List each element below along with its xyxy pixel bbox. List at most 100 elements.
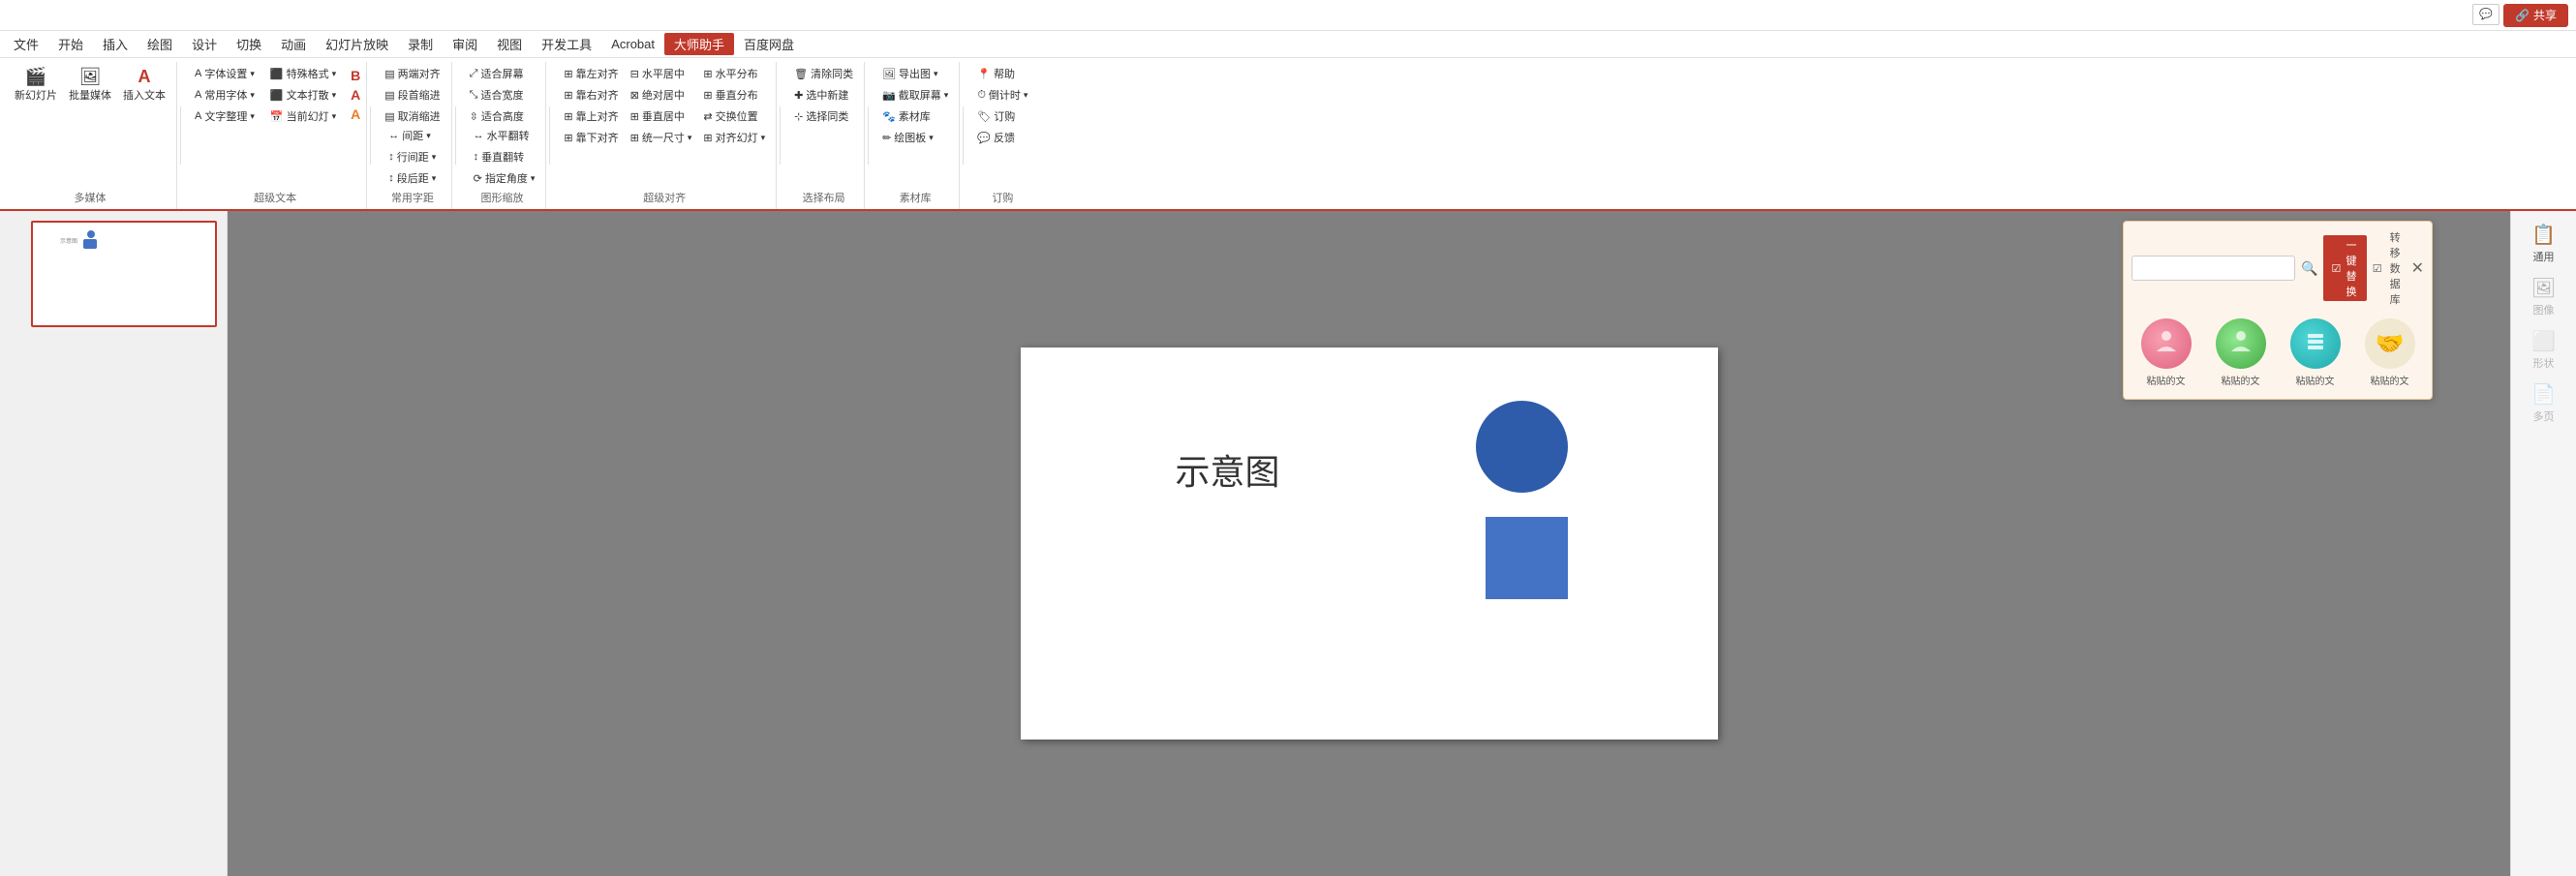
menu-animation[interactable]: 动画 <box>271 33 316 55</box>
ribbon-btn-current-slide[interactable]: 📅 当前幻灯▾ <box>265 106 341 126</box>
menu-file[interactable]: 文件 <box>4 33 48 55</box>
paste-item-2[interactable]: 粘贴的文 <box>2206 315 2275 391</box>
paste-item-4[interactable]: 🤝 粘贴的文 <box>2355 315 2424 391</box>
ribbon-btn-common-font[interactable]: A 常用字体▾ <box>190 85 260 105</box>
ribbon-btn-fit-screen[interactable]: ⤢ 适合屏幕 <box>465 64 529 83</box>
ribbon-btn-text-scatter[interactable]: ⬛ 文本打散▾ <box>265 85 341 105</box>
ribbon-btn-h-distribute[interactable]: ⊞水平分布 <box>698 64 770 83</box>
ribbon-btn-asset-lib[interactable]: 🐾素材库 <box>877 106 953 126</box>
ribbon-btn-align-top[interactable]: ⊞靠上对齐 <box>559 106 623 126</box>
menu-dazhiassist[interactable]: 大师助手 <box>664 33 734 55</box>
sidebar-item-image[interactable]: 🖼 图像 <box>2515 272 2573 321</box>
ribbon-btn-unindent[interactable]: ▤ 取消缩进 <box>380 106 445 126</box>
orange-a-btn[interactable]: A <box>351 106 360 122</box>
ribbon-group-label-spacing: 常用字距 <box>380 188 445 207</box>
menu-draw[interactable]: 绘图 <box>138 33 182 55</box>
ribbon-btn-align-vcenter[interactable]: ⊞垂直居中 <box>626 106 697 126</box>
menu-review[interactable]: 审阅 <box>443 33 487 55</box>
right-sidebar: 📋 通用 🖼 图像 ⬜ 形状 📄 多页 <box>2510 211 2576 876</box>
menu-bar: 文件 开始 插入 绘图 设计 切换 动画 幻灯片放映 录制 审阅 视图 开发工具… <box>0 31 2576 58</box>
ribbon-btn-screenshot[interactable]: 📷截取屏幕▾ <box>877 85 953 105</box>
menu-baidu[interactable]: 百度网盘 <box>734 33 804 55</box>
fp-transfer-btn[interactable]: ☑ 转移数据库 <box>2373 229 2406 307</box>
sidebar-label-multipage: 多页 <box>2533 408 2555 424</box>
slide-thumbnail[interactable]: 示意图 <box>31 221 217 327</box>
ribbon-btn-draw-board[interactable]: ✏绘图板▾ <box>877 128 953 147</box>
ribbon-btn-export-img[interactable]: 🖼导出图▾ <box>877 64 953 83</box>
ribbon-btn-align-right[interactable]: ⊞靠右对齐 <box>559 85 623 105</box>
paste-item-label-1: 粘贴的文 <box>2147 373 2186 387</box>
ribbon-group-label-assets: 素材库 <box>877 188 953 207</box>
ribbon-btn-purchase[interactable]: 🏷订购 <box>972 106 1032 126</box>
ribbon-btn-align-bottom[interactable]: ⊞靠下对齐 <box>559 128 623 147</box>
paste-item-label-4: 粘贴的文 <box>2371 373 2409 387</box>
fp-replace-label: 一键替换 <box>2344 237 2358 299</box>
menu-devtools[interactable]: 开发工具 <box>532 33 601 55</box>
ribbon-btn-swap-pos[interactable]: ⇄交换位置 <box>698 106 770 126</box>
ribbon-btn-batch-media[interactable]: 🖼 批量媒体 <box>64 64 116 106</box>
ribbon-btn-para-spacing[interactable]: ↕ 段后距▾ <box>383 168 441 188</box>
ribbon-btn-countdown[interactable]: ⏱倒计时▾ <box>972 85 1032 105</box>
special-format-icon: ⬛ <box>270 68 284 80</box>
ribbon-btn-spacing[interactable]: ↔ 间距▾ <box>383 126 441 145</box>
share-button[interactable]: 🔗 共享 <box>2503 4 2568 27</box>
fp-search-icon[interactable]: 🔍 <box>2301 260 2317 277</box>
ribbon-btn-h-flip[interactable]: ↔ 水平翻转 <box>469 126 540 145</box>
paste-items-grid: 粘贴的文 粘贴的文 <box>2131 315 2424 391</box>
draw-board-icon: ✏ <box>882 132 891 144</box>
menu-view[interactable]: 视图 <box>487 33 532 55</box>
paste-item-3[interactable]: 粘贴的文 <box>2281 315 2349 391</box>
sidebar-item-general[interactable]: 📋 通用 <box>2515 219 2573 268</box>
spacing-icon: ↔ <box>388 130 399 141</box>
ribbon: 🎬 新幻灯片 🖼 批量媒体 A 插入文本 多媒体 A <box>0 58 2576 211</box>
ribbon-btn-fit-height[interactable]: ⇳ 适合高度 <box>465 106 529 126</box>
ribbon-btn-align-slide[interactable]: ⊞对齐幻灯▾ <box>698 128 770 147</box>
sidebar-item-shape[interactable]: ⬜ 形状 <box>2515 325 2573 375</box>
ribbon-btn-angle[interactable]: ⟳ 指定角度▾ <box>469 168 540 188</box>
countdown-icon: ⏱ <box>977 89 986 102</box>
fp-replace-btn[interactable]: ☑ 一键替换 <box>2323 235 2366 301</box>
preview-person <box>83 230 97 249</box>
ribbon-btn-justify[interactable]: ▤ 两端对齐 <box>380 64 445 83</box>
ribbon-btn-font-setting[interactable]: A 字体设置▾ <box>190 64 260 83</box>
ribbon-btn-clear-same[interactable]: 🗑清除同类 <box>789 64 858 83</box>
ribbon-btn-line-spacing[interactable]: ↕ 行间距▾ <box>383 147 441 166</box>
ribbon-btn-select-new[interactable]: ✚选中新建 <box>789 85 858 105</box>
screenshot-icon: 📷 <box>882 89 896 102</box>
insert-text-icon: A <box>138 66 151 88</box>
ribbon-btn-unified-size[interactable]: ⊞统一尺寸▾ <box>626 128 697 147</box>
menu-insert[interactable]: 插入 <box>93 33 138 55</box>
ribbon-btn-select-same[interactable]: ⊹选择同类 <box>789 106 858 126</box>
fp-close-btn[interactable]: ✕ <box>2411 258 2424 278</box>
chat-button[interactable]: 💬 <box>2472 4 2499 25</box>
sidebar-item-multipage[interactable]: 📄 多页 <box>2515 378 2573 428</box>
menu-acrobat[interactable]: Acrobat <box>601 35 664 53</box>
fp-header: 🔍 ☑ 一键替换 ☑ 转移数据库 ✕ <box>2131 229 2424 307</box>
ribbon-btn-absolute-center[interactable]: ⊠绝对居中 <box>626 85 697 105</box>
ribbon-btn-indent[interactable]: ▤ 段首缩进 <box>380 85 445 105</box>
bold-btn[interactable]: B <box>351 68 360 83</box>
ribbon-btn-v-flip[interactable]: ↕ 垂直翻转 <box>469 147 540 166</box>
ribbon-group-purchase: 📍帮助 ⏱倒计时▾ 🏷订购 💬反馈 订购 <box>966 62 1038 209</box>
ribbon-btn-insert-text[interactable]: A 插入文本 <box>118 64 170 106</box>
menu-start[interactable]: 开始 <box>48 33 93 55</box>
ribbon-btn-new-slide[interactable]: 🎬 新幻灯片 <box>10 64 62 106</box>
menu-switch[interactable]: 切换 <box>227 33 271 55</box>
ribbon-group-label-layout: 选择布局 <box>789 188 858 207</box>
ribbon-btn-feedback[interactable]: 💬反馈 <box>972 128 1032 147</box>
ribbon-btn-align-left[interactable]: ⊞靠左对齐 <box>559 64 623 83</box>
ribbon-btn-fit-width[interactable]: ⤡ 适合宽度 <box>465 85 529 105</box>
slide-canvas[interactable]: 示意图 <box>1021 347 1718 740</box>
ribbon-btn-align-hcenter[interactable]: ⊟水平居中 <box>626 64 697 83</box>
menu-record[interactable]: 录制 <box>398 33 443 55</box>
ribbon-btn-v-distribute[interactable]: ⊞垂直分布 <box>698 85 770 105</box>
menu-slideshow[interactable]: 幻灯片放映 <box>316 33 398 55</box>
red-a-btn[interactable]: A <box>351 87 360 103</box>
menu-design[interactable]: 设计 <box>182 33 227 55</box>
ribbon-btn-text-arrange[interactable]: A 文字整理▾ <box>190 106 260 126</box>
fp-search-input[interactable] <box>2131 256 2295 281</box>
ribbon-btn-help[interactable]: 📍帮助 <box>972 64 1032 83</box>
paste-item-1[interactable]: 粘贴的文 <box>2131 315 2200 391</box>
ribbon-btn-special-format[interactable]: ⬛ 特殊格式▾ <box>265 64 341 83</box>
fit-width-icon: ⤡ <box>470 89 478 102</box>
